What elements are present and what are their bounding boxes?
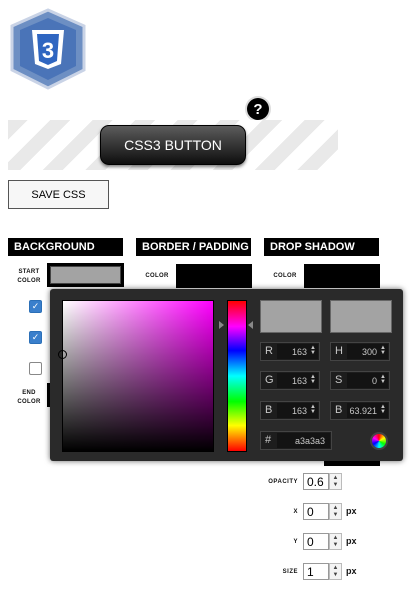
logo-text: 3	[42, 38, 54, 63]
opacity-label: OPACITY	[268, 479, 298, 485]
hue-arrow-left-icon	[219, 321, 224, 329]
size-stepper[interactable]: ▲ ▼	[329, 563, 342, 580]
x-offset-input[interactable]: 0	[303, 503, 329, 520]
hue-slider[interactable]	[227, 300, 247, 452]
red-field[interactable]: R 163 ▲ ▼	[260, 342, 320, 361]
x-unit: px	[346, 506, 357, 516]
color-wheel-icon[interactable]	[372, 434, 386, 448]
shadow-color-swatch-edge	[324, 461, 380, 466]
css3-preview-button[interactable]: CSS3 BUTTON	[100, 125, 246, 165]
section-drop-shadow: DROP SHADOW	[264, 238, 379, 256]
checkbox-2[interactable]: ✓	[29, 331, 42, 344]
start-color-swatch[interactable]	[47, 263, 124, 287]
checkbox-1[interactable]: ✓	[29, 300, 42, 313]
size-input[interactable]: 1	[303, 563, 329, 580]
checkbox-3[interactable]	[29, 362, 42, 375]
shadow-color-label: COLOR	[273, 273, 297, 279]
current-color-preview	[330, 300, 392, 333]
y-offset-stepper[interactable]: ▲ ▼	[329, 533, 342, 550]
saturation-field[interactable]: S 0 ▲ ▼	[330, 371, 390, 390]
section-background: BACKGROUND	[8, 238, 123, 256]
border-color-label: COLOR	[145, 273, 169, 279]
new-color-preview	[260, 300, 322, 333]
x-offset-stepper[interactable]: ▲ ▼	[329, 503, 342, 520]
hue-field[interactable]: H 300 ▲ ▼	[330, 342, 390, 361]
brightness-field[interactable]: B 63.921 ▲ ▼	[330, 401, 390, 420]
shadow-color-swatch[interactable]	[304, 264, 380, 288]
saturation-value-field[interactable]	[58, 300, 214, 452]
css3-logo-icon: 3	[10, 8, 86, 90]
x-label: X	[293, 509, 298, 515]
start-color-label: START COLOR	[17, 269, 41, 284]
opacity-input[interactable]: 0.6	[303, 473, 329, 490]
help-button[interactable]: ?	[247, 98, 269, 120]
blue-field[interactable]: B 163 ▲ ▼	[260, 401, 320, 420]
green-field[interactable]: G 163 ▲ ▼	[260, 371, 320, 390]
end-color-label: END COLOR	[17, 390, 41, 405]
sv-cursor[interactable]	[58, 350, 67, 359]
size-unit: px	[346, 566, 357, 576]
hue-arrow-right-icon	[248, 321, 253, 329]
y-unit: px	[346, 536, 357, 546]
color-picker: R 163 ▲ ▼ H 300 ▲ ▼ G 163 ▲ ▼ S 0 ▲ ▼ B 163 ▲ ▼ B 63.921…	[50, 289, 403, 461]
save-css-button[interactable]: SAVE CSS	[8, 180, 109, 209]
y-label: Y	[293, 539, 298, 545]
opacity-stepper[interactable]: ▲ ▼	[329, 473, 342, 490]
border-color-swatch[interactable]	[176, 264, 252, 288]
size-label: SIZE	[282, 569, 298, 575]
section-border-padding: BORDER / PADDING	[136, 238, 251, 256]
hex-field[interactable]: # a3a3a3	[260, 431, 332, 450]
y-offset-input[interactable]: 0	[303, 533, 329, 550]
